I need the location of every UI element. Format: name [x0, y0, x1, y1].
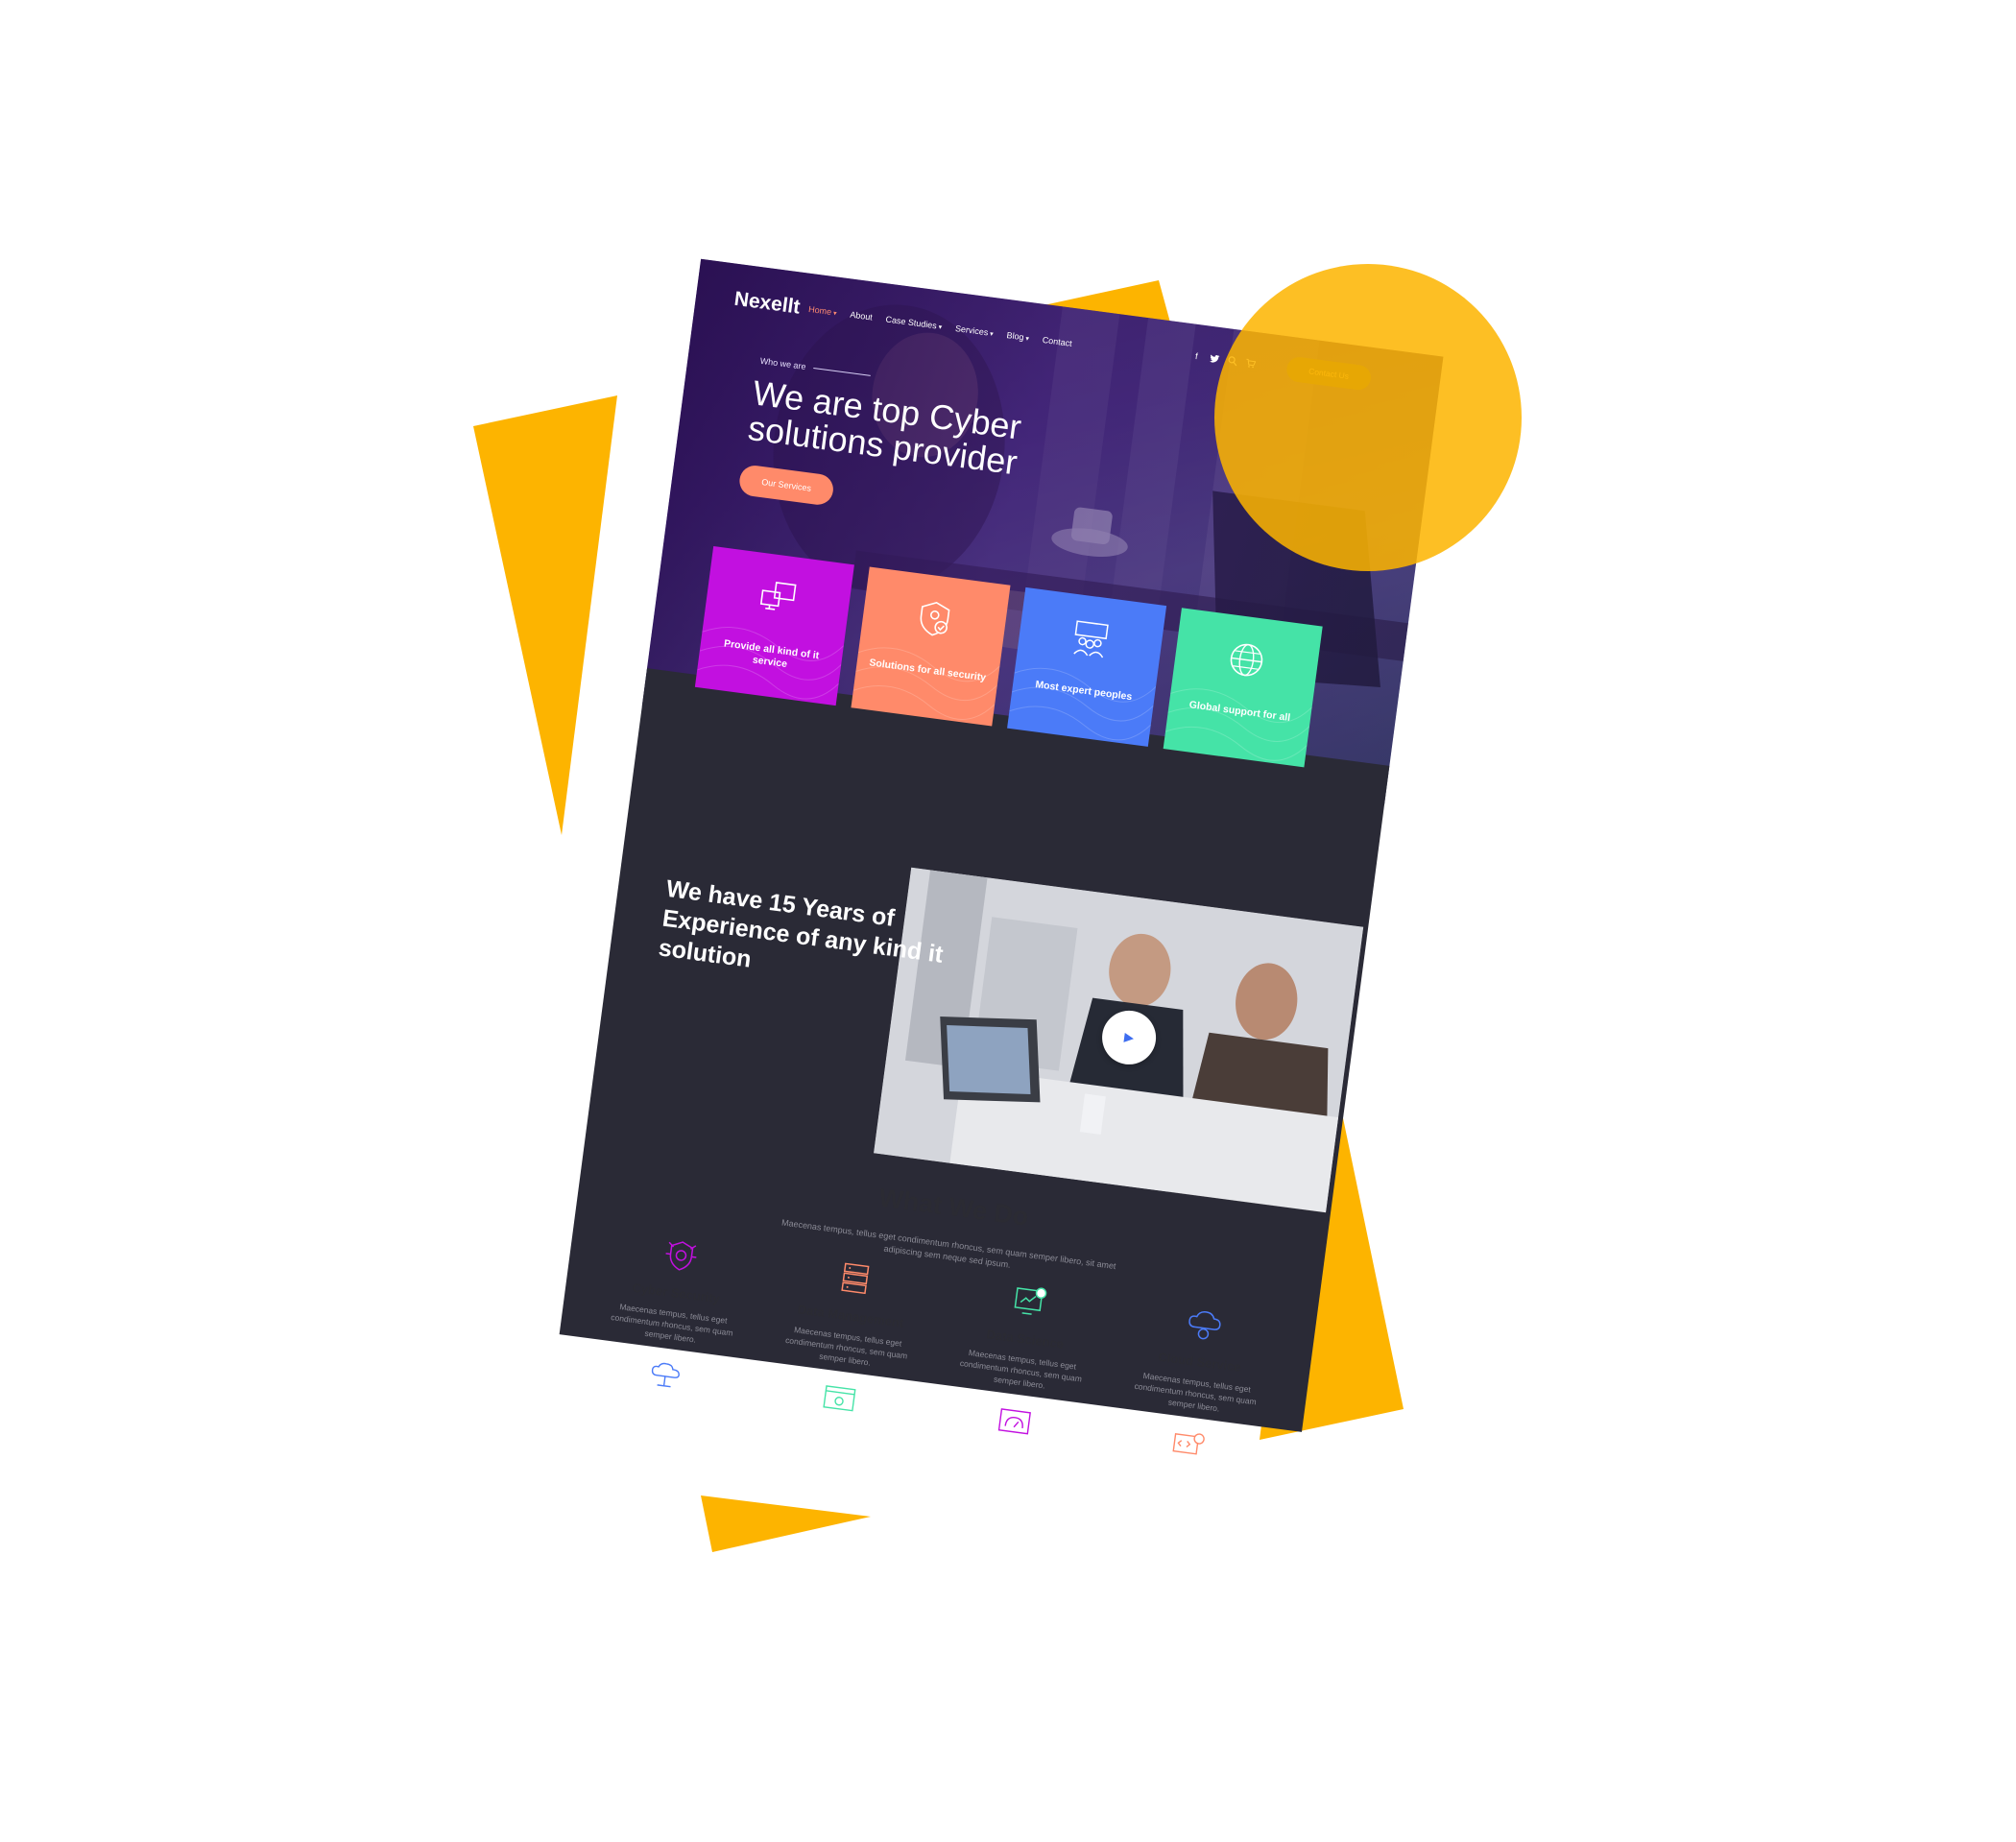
globe-icon	[1230, 643, 1263, 677]
team-icon	[1073, 620, 1109, 658]
chevron-down-icon: ▾	[832, 310, 837, 318]
twitter-icon[interactable]	[1209, 353, 1220, 364]
cart-icon[interactable]	[1245, 358, 1257, 369]
play-icon: ▶	[1123, 1029, 1136, 1045]
chevron-down-icon: ▾	[1024, 335, 1030, 344]
computers-icon	[759, 582, 797, 610]
search-icon[interactable]	[1227, 355, 1237, 367]
service-data-science[interactable]: Data Science Maecenas tempus, tellus ege…	[941, 1271, 1104, 1447]
cloud-gear-icon	[1188, 1310, 1221, 1340]
server-icon	[841, 1262, 870, 1295]
speedometer-icon	[997, 1408, 1031, 1435]
feature-card-it-service[interactable]: Provide all kind of it service	[694, 546, 854, 706]
service-cyber-security[interactable]: Cyber Security Maecenas tempus, tellus e…	[591, 1225, 755, 1400]
chevron-down-icon: ▾	[938, 323, 943, 332]
chevron-down-icon: ▾	[989, 330, 995, 339]
facebook-icon[interactable]: f	[1191, 350, 1202, 361]
monitor-gear-icon	[1014, 1287, 1046, 1315]
feature-card-security[interactable]: Solutions for all security	[851, 566, 1011, 727]
browser-gear-icon	[823, 1385, 856, 1412]
service-cloud-service[interactable]: Cloud Service Maecenas tempus, tellus eg…	[1116, 1294, 1279, 1470]
service-data-management[interactable]: Data Management Maecenas tempus, tellus …	[766, 1248, 929, 1423]
bug-shield-icon	[665, 1241, 697, 1271]
shield-check-icon	[920, 602, 950, 636]
cloud-network-icon	[651, 1362, 680, 1388]
feature-card-global-support[interactable]: Global support for all	[1163, 608, 1323, 768]
code-gear-icon	[1172, 1433, 1205, 1455]
yellow-triangle-left	[473, 395, 617, 835]
feature-card-experts[interactable]: Most expert peoples	[1007, 586, 1167, 747]
